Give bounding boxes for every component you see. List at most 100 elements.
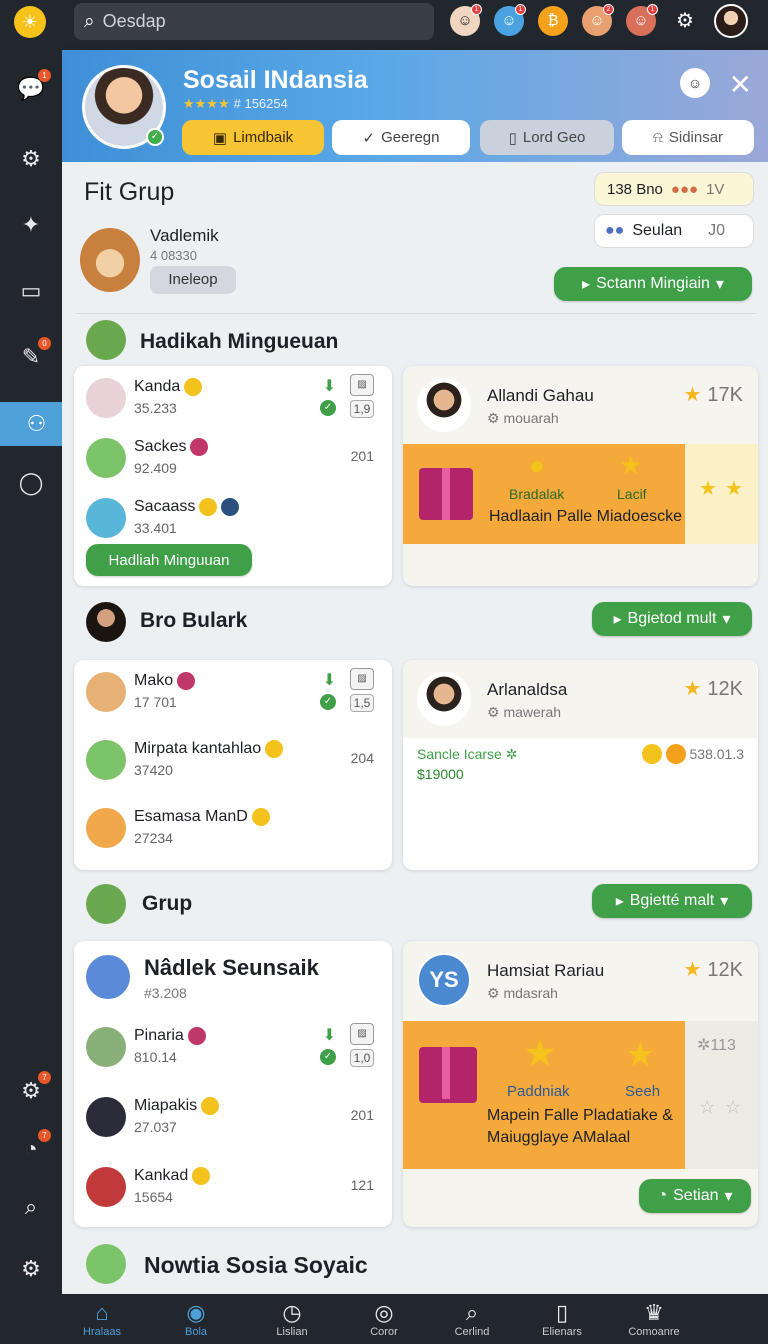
list-item[interactable]: Sacaass 33.401 bbox=[74, 490, 390, 550]
header-button-4[interactable]: ⍾ Sidinsar bbox=[622, 120, 754, 155]
header-button-3[interactable]: ▯ Lord Geo bbox=[480, 120, 614, 155]
zoom-icon[interactable]: ⌕ bbox=[14, 1190, 48, 1224]
avatar bbox=[86, 740, 126, 780]
header-button-1[interactable]: ▣ Limdbaik bbox=[182, 120, 324, 155]
promo-banner[interactable]: ● ★ Bradalak Lacif Hadlaain Palle Miadoe… bbox=[403, 444, 685, 544]
play-icon: ▸ bbox=[582, 276, 591, 293]
pin-icon: ◉ bbox=[186, 1300, 206, 1325]
edit-icon[interactable]: ✎ 0 bbox=[14, 337, 51, 374]
section3-button[interactable]: ▸ Bgietté malt ▾ bbox=[592, 884, 752, 918]
list-item[interactable]: Mako 17 701 ⬇ ✓ ▨ 1,5 bbox=[74, 664, 390, 724]
section3-feature-card: YS Hamsiat Rariau ⚙ mdasrah ★ 12K ★ ★ Pad… bbox=[403, 941, 758, 1227]
gear-icon: ⚙ bbox=[487, 704, 504, 720]
section2-title: Bro Bulark bbox=[140, 609, 248, 632]
gem-icon bbox=[177, 672, 196, 690]
bell-icon: ⍾ bbox=[652, 129, 663, 146]
avatar bbox=[86, 672, 126, 712]
settings-icon[interactable]: ⚙ bbox=[14, 1252, 48, 1286]
settings-gear-icon[interactable]: ⚙ bbox=[14, 142, 48, 176]
close-icon[interactable]: ✕ bbox=[729, 68, 752, 101]
section3-title: Grup bbox=[142, 892, 193, 915]
list-item[interactable]: Pinaria 810.14 ⬇ ✓ ▨ 1,0 bbox=[74, 1019, 390, 1079]
member-tag[interactable]: Ineleop bbox=[150, 266, 236, 294]
sidebar: 💬 1 ⚙ ✦ ▭ ✎ 0 ⚇ ◯ ⚙ 7 ◔ 7 ⌕ ⚙ bbox=[0, 44, 73, 1294]
list-item[interactable]: Sackes 92.409 201 bbox=[74, 430, 390, 490]
coin-icon bbox=[265, 740, 284, 758]
section2-list: Mako 17 701 ⬇ ✓ ▨ 1,5 Mirpata kantahlao … bbox=[74, 660, 392, 870]
timer-icon[interactable]: ◔ 7 bbox=[14, 1129, 51, 1166]
check-icon: ✓ bbox=[362, 129, 376, 147]
chevron-down-icon: ▾ bbox=[724, 1188, 733, 1205]
header-button-2[interactable]: ✓ Geeregn bbox=[332, 120, 470, 155]
star-icon: ★ bbox=[725, 478, 743, 500]
speech-bubble-icon[interactable]: ◯ bbox=[14, 466, 48, 500]
compass-icon: ◎ bbox=[374, 1300, 394, 1325]
calendar-group-icon bbox=[86, 320, 126, 360]
member-id: 4 08330 bbox=[150, 248, 197, 263]
list-item[interactable]: Kankad 15654 121 bbox=[74, 1159, 390, 1219]
nav-elienars[interactable]: ▯ Elienars bbox=[522, 1300, 602, 1338]
section1-list: Kanda 35.233 ⬇ ✓ ▨ 1,9 Sackes 92.409 201… bbox=[74, 366, 392, 586]
puzzle-icon[interactable]: ✦ bbox=[14, 208, 48, 242]
star-icon: ★ bbox=[699, 478, 717, 500]
group-heading: Fit Grup bbox=[84, 178, 175, 206]
star-icon: ★ bbox=[683, 678, 702, 700]
star-icon: ★ bbox=[523, 1033, 558, 1075]
setian-button[interactable]: ◔ Setian ▾ bbox=[639, 1179, 751, 1213]
coin-icon bbox=[665, 744, 686, 764]
avatar-3-icon[interactable]: ☺ 2 bbox=[582, 4, 614, 36]
coin-icon: ● bbox=[529, 450, 545, 480]
list-item[interactable]: Miapakis 27.037 201 bbox=[74, 1089, 390, 1149]
search-input[interactable]: Oesdap bbox=[103, 11, 166, 32]
nav-comoanre[interactable]: ♛ Comoanre bbox=[614, 1300, 694, 1338]
sun-logo-icon[interactable]: ☀ bbox=[14, 6, 46, 38]
top-bar: ☀ ⌕ Oesdap ☺ 1 ☺ 1 ₿ ☺ 2 ☺ 1 ⚙ bbox=[0, 0, 768, 44]
bear-avatar bbox=[80, 228, 140, 292]
badge-members: ●● Seulan J0 bbox=[594, 214, 754, 248]
chat-icon[interactable]: 💬 1 bbox=[14, 69, 51, 106]
section4-avatar bbox=[86, 1244, 126, 1284]
avatar bbox=[86, 438, 126, 478]
section3-icon bbox=[86, 884, 126, 924]
list-item[interactable]: Esamasa ManD 27234 bbox=[74, 800, 390, 860]
profile-avatar-icon[interactable] bbox=[714, 4, 748, 38]
avatar bbox=[86, 1167, 126, 1207]
nav-coror[interactable]: ◎ Coror bbox=[344, 1300, 424, 1338]
scan-button[interactable]: ▸ Sctann Mingiain ▾ bbox=[554, 267, 752, 301]
section3-list: Nâdlek Seunsaik #3.208 Pinaria 810.14 ⬇ … bbox=[74, 941, 392, 1227]
section2-button[interactable]: ▸ Bgietod mult ▾ bbox=[592, 602, 752, 636]
gear-alert-icon[interactable]: ⚙ 7 bbox=[14, 1071, 51, 1108]
avatar-1-icon[interactable]: ☺ 1 bbox=[450, 4, 482, 36]
ys-logo: YS bbox=[417, 953, 471, 1007]
avatar bbox=[417, 378, 471, 432]
avatar-4-icon[interactable]: ☺ 1 bbox=[626, 4, 658, 36]
promo-banner[interactable]: ★ ★ Paddniak Seeh Mapein Falle Pladatiak… bbox=[403, 1021, 685, 1169]
gear-icon[interactable]: ⚙ bbox=[670, 6, 700, 36]
coin-icon bbox=[251, 808, 270, 826]
nav-lislian[interactable]: ◷ Lislian bbox=[252, 1300, 332, 1338]
check-icon: ✓ bbox=[320, 400, 336, 416]
image-icon[interactable]: ▨ bbox=[350, 1023, 374, 1045]
nav-home[interactable]: ⌂ Hralaas bbox=[62, 1300, 142, 1338]
coin-icon bbox=[199, 498, 218, 516]
section1-feature-card: Allandi Gahau ⚙ mouarah ★ 17K ● ★ Bradala… bbox=[403, 366, 758, 586]
avatar-mini-icon bbox=[221, 498, 240, 516]
emoji-icon[interactable]: ☺ bbox=[680, 68, 710, 98]
hadliah-button[interactable]: Hadliah Minguuan bbox=[86, 544, 252, 576]
avatar-2-icon[interactable]: ☺ 1 bbox=[494, 4, 526, 36]
image-icon[interactable]: ▨ bbox=[350, 668, 374, 690]
nav-bola[interactable]: ◉ Bola bbox=[156, 1300, 236, 1338]
image-icon[interactable]: ▨ bbox=[350, 374, 374, 396]
section2-feature-card: Arlanaldsa ⚙ mawerah ★ 12K Sancle Icarse … bbox=[403, 660, 758, 870]
nav-cerlind[interactable]: ⌕ Cerlind bbox=[432, 1300, 512, 1338]
list-item[interactable]: Kanda 35.233 ⬇ ✓ ▨ 1,9 bbox=[74, 370, 390, 430]
coin-icon[interactable]: ₿ bbox=[538, 6, 568, 36]
list-item[interactable]: Mirpata kantahlao 37420 204 bbox=[74, 732, 390, 792]
play-icon: ▸ bbox=[613, 611, 622, 628]
clock-icon: ◷ bbox=[282, 1300, 302, 1325]
section1-title: Hadikah Mingueuan bbox=[140, 330, 339, 353]
window-icon[interactable]: ▭ bbox=[14, 274, 48, 308]
section2-avatar bbox=[86, 602, 126, 642]
star-outline-icon: ☆ bbox=[699, 1097, 716, 1117]
search-bar[interactable]: ⌕ Oesdap bbox=[74, 3, 434, 40]
